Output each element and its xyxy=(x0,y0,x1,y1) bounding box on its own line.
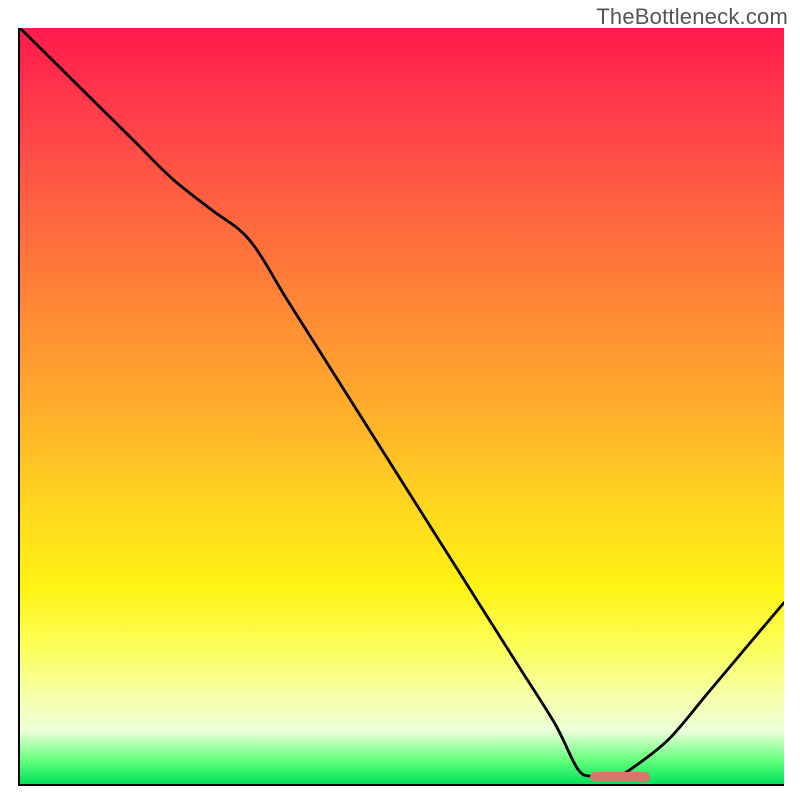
watermark-text: TheBottleneck.com xyxy=(596,4,788,30)
bottleneck-curve xyxy=(20,28,784,784)
optimum-marker xyxy=(590,772,650,782)
plot-area xyxy=(18,28,784,786)
curve-path xyxy=(20,28,784,777)
chart-container: TheBottleneck.com xyxy=(0,0,800,800)
